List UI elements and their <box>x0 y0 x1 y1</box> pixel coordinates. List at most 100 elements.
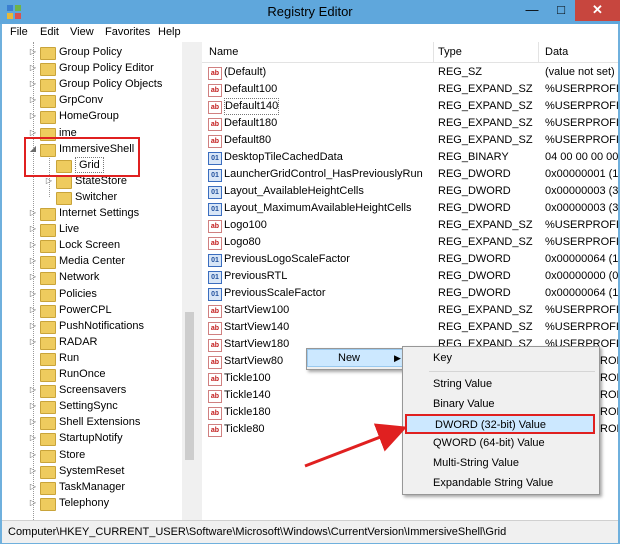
expand-arrow-icon[interactable]: ▷ <box>28 76 38 92</box>
value-name: LauncherGridControl_HasPreviouslyRun <box>224 168 423 180</box>
column-header-name[interactable]: Name <box>209 46 238 58</box>
value-row[interactable]: abDefault180 REG_EXPAND_SZ %USERPROFILE <box>202 115 618 132</box>
folder-icon <box>56 175 72 189</box>
menu-view[interactable]: View <box>70 26 94 38</box>
tree-item-telephony[interactable]: ▷ Telephony <box>2 495 182 511</box>
tree-item-systemreset[interactable]: ▷ SystemReset <box>2 463 182 479</box>
value-row[interactable]: abDefault140 REG_EXPAND_SZ %USERPROFILE <box>202 98 618 115</box>
expand-arrow-icon[interactable]: ▷ <box>28 286 38 302</box>
tree-item-internet-settings[interactable]: ▷ Internet Settings <box>2 205 182 221</box>
tree-item-settingsync[interactable]: ▷ SettingSync <box>2 398 182 415</box>
value-row[interactable]: 01 PreviousRTL REG_DWORD 0x00000000 (0) <box>202 268 618 285</box>
menu-new[interactable]: New ▶ <box>307 349 406 367</box>
expand-arrow-icon[interactable]: ▷ <box>28 414 38 430</box>
expand-arrow-icon[interactable]: ▷ <box>28 398 38 414</box>
binary-value-icon: 01 <box>208 169 222 182</box>
expand-arrow-icon[interactable]: ▷ <box>28 92 38 108</box>
value-row[interactable]: 01 DesktopTileCachedData REG_BINARY 04 00 0… <box>202 149 618 166</box>
expand-arrow-icon[interactable]: ▷ <box>28 237 38 253</box>
expand-arrow-icon[interactable]: ▷ <box>28 302 38 318</box>
value-row[interactable]: abLogo100 REG_EXPAND_SZ %USERPROFILE <box>202 217 618 234</box>
column-separator[interactable] <box>433 42 434 62</box>
menu-help[interactable]: Help <box>158 26 181 38</box>
tree-item-startupnotify[interactable]: ▷ StartupNotify <box>2 430 182 447</box>
tree-item-screensavers[interactable]: ▷ Screensavers <box>2 382 182 399</box>
value-row[interactable]: abStartView100 REG_EXPAND_SZ %USERPROFILE <box>202 302 618 319</box>
submenu-item-binary-value[interactable]: Binary Value <box>433 395 495 413</box>
value-row[interactable]: abStartView140 REG_EXPAND_SZ %USERPROFILE <box>202 319 618 336</box>
tree-item-group-policy-objects[interactable]: ▷ Group Policy Objects <box>2 76 182 93</box>
expand-arrow-icon[interactable]: ▷ <box>28 318 38 334</box>
tree-item-group-policy-editor[interactable]: ▷ Group Policy Editor <box>2 60 182 77</box>
maximize-button[interactable]: □ <box>547 0 575 21</box>
expand-arrow-icon[interactable]: ▷ <box>28 430 38 446</box>
value-name: Default100 <box>224 83 278 95</box>
key-tree-pane[interactable]: ▷ Group Policy ▷ Group Policy Editor ▷ Group … <box>2 42 198 520</box>
tree-item-run[interactable]: Run <box>2 350 182 366</box>
expand-arrow-icon[interactable]: ▷ <box>28 205 38 221</box>
folder-icon <box>40 352 56 366</box>
expand-arrow-icon[interactable]: ▷ <box>28 253 38 269</box>
column-header-type[interactable]: Type <box>438 46 462 58</box>
submenu-item-dword-value[interactable]: DWORD (32-bit) Value <box>405 414 595 434</box>
column-header-data[interactable]: Data <box>545 46 568 58</box>
expand-arrow-icon[interactable]: ▷ <box>28 463 38 479</box>
value-type: REG_DWORD <box>438 185 511 197</box>
string-value-icon: ab <box>208 237 222 250</box>
minimize-button[interactable]: — <box>517 0 547 21</box>
expand-arrow-icon[interactable]: ▷ <box>28 334 38 350</box>
value-row[interactable]: 01 PreviousScaleFactor REG_DWORD 0x00000064… <box>202 285 618 302</box>
tree-item-label: Group Policy Editor <box>59 62 154 75</box>
expand-arrow-icon[interactable]: ▷ <box>28 108 38 124</box>
expand-arrow-icon[interactable]: ▷ <box>28 269 38 285</box>
tree-item-group-policy[interactable]: ▷ Group Policy <box>2 44 182 60</box>
tree-item-homegroup[interactable]: ▷ HomeGroup <box>2 108 182 125</box>
tree-item-powercpl[interactable]: ▷ PowerCPL <box>2 302 182 318</box>
tree-scrollbar-thumb[interactable] <box>185 312 194 460</box>
tree-scrollbar[interactable] <box>182 42 197 520</box>
column-separator[interactable] <box>538 42 539 62</box>
value-row[interactable]: ab (Default) REG_SZ (value not set) <box>202 64 618 81</box>
tree-item-pushnotifications[interactable]: ▷ PushNotifications <box>2 318 182 334</box>
value-row[interactable]: 01 LauncherGridControl_HasPreviouslyRun RE… <box>202 166 618 183</box>
submenu-item-key[interactable]: Key <box>433 349 452 367</box>
expand-arrow-icon[interactable]: ▷ <box>28 60 38 76</box>
tree-item-switcher[interactable]: Switcher <box>2 189 182 205</box>
tree-item-media-center[interactable]: ▷ Media Center <box>2 253 182 270</box>
submenu-item-multi-string-value[interactable]: Multi-String Value <box>433 454 519 472</box>
tree-item-taskmanager[interactable]: ▷ TaskManager <box>2 479 182 495</box>
value-row[interactable]: abLogo80 REG_EXPAND_SZ %USERPROFILE <box>202 234 618 251</box>
menu-favorites[interactable]: Favorites <box>105 26 150 38</box>
tree-item-grpconv[interactable]: ▷ GrpConv <box>2 92 182 109</box>
tree-item-network[interactable]: ▷ Network <box>2 269 182 286</box>
expand-arrow-icon[interactable]: ▷ <box>28 495 38 511</box>
expand-arrow-icon[interactable]: ▷ <box>28 382 38 398</box>
tree-item-lock-screen[interactable]: ▷ Lock Screen <box>2 237 182 254</box>
submenu-item-qword-value[interactable]: QWORD (64-bit) Value <box>433 434 545 452</box>
tree-item-store[interactable]: ▷ Store <box>2 447 182 463</box>
value-row[interactable]: 01 Layout_AvailableHeightCells REG_DWORD 0x… <box>202 183 618 200</box>
expand-arrow-icon[interactable]: ▷ <box>28 44 38 60</box>
string-value-icon: ab <box>208 101 222 114</box>
submenu-item-expandable-string-value[interactable]: Expandable String Value <box>433 474 553 492</box>
title-bar[interactable]: Registry Editor — □ ✕ <box>0 0 620 24</box>
tree-item-shell-extensions[interactable]: ▷ Shell Extensions <box>2 414 182 431</box>
value-row[interactable]: abDefault100 REG_EXPAND_SZ %USERPROFILE <box>202 81 618 98</box>
tree-item-radar[interactable]: ▷ RADAR <box>2 334 182 350</box>
tree-item-runonce[interactable]: RunOnce <box>2 366 182 382</box>
expand-arrow-icon[interactable]: ▷ <box>28 479 38 495</box>
expand-arrow-icon[interactable]: ▷ <box>28 221 38 237</box>
value-data: 0x00000003 (3) <box>545 185 618 197</box>
menu-edit[interactable]: Edit <box>40 26 59 38</box>
expand-arrow-icon[interactable]: ▷ <box>28 447 38 463</box>
value-row[interactable]: abDefault80 REG_EXPAND_SZ %USERPROFILE <box>202 132 618 149</box>
value-name: PreviousScaleFactor <box>224 287 326 299</box>
close-button[interactable]: ✕ <box>575 0 620 21</box>
string-value-icon: ab <box>208 322 222 335</box>
submenu-item-string-value[interactable]: String Value <box>433 375 492 393</box>
tree-item-policies[interactable]: ▷ Policies <box>2 286 182 302</box>
value-row[interactable]: 01 PreviousLogoScaleFactor REG_DWORD 0x0000… <box>202 251 618 268</box>
menu-file[interactable]: File <box>10 26 28 38</box>
value-row[interactable]: 01 Layout_MaximumAvailableHeightCells REG_… <box>202 200 618 217</box>
tree-item-live[interactable]: ▷ Live <box>2 221 182 238</box>
